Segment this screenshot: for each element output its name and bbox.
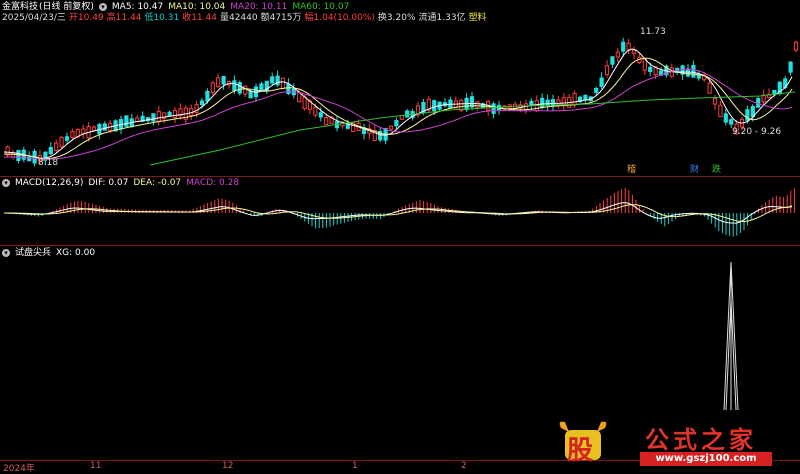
time-axis-label: 12 [222, 461, 234, 471]
time-axis-label: 2024年 [3, 464, 35, 474]
watermark-url: www.gszj100.com [640, 452, 772, 466]
time-axis-label: 2 [461, 461, 467, 471]
watermark-logo-char: 股 [567, 436, 594, 466]
time-axis-label: 11 [90, 461, 102, 471]
watermark-logo: 股 [555, 418, 611, 466]
xg-indicator-chart[interactable] [0, 0, 800, 473]
time-axis-label: 1 [352, 461, 358, 471]
watermark-site-name: 公式之家 [645, 425, 757, 454]
